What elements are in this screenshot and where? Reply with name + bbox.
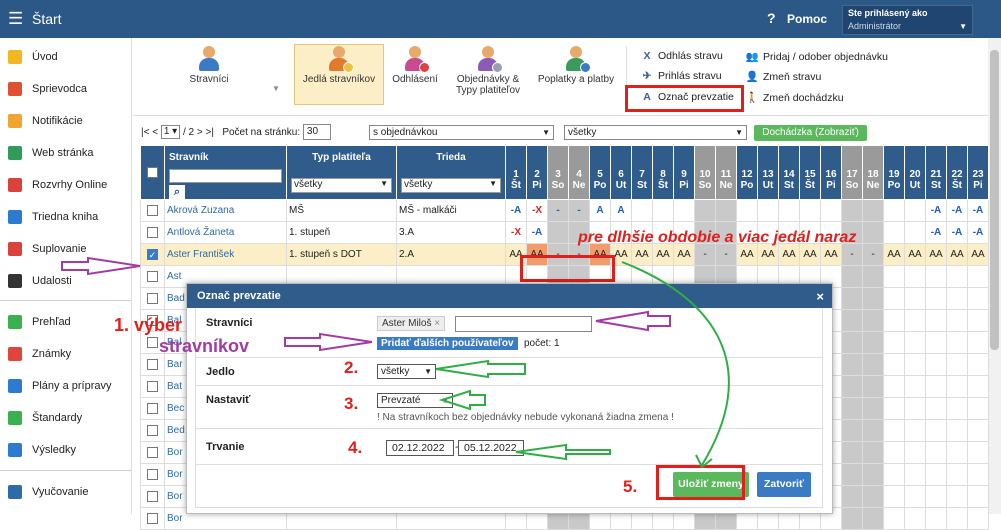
annotation-arrows: [61, 256, 730, 469]
purple-arrow-row: [61, 256, 141, 276]
green-curve-arrow: [621, 261, 730, 466]
purple-arrow-input: [595, 310, 671, 332]
green-arrow-date: [515, 443, 611, 461]
row-checkbox[interactable]: [147, 512, 158, 524]
purple-arrow-add-users: [284, 332, 373, 352]
green-arrow-nastavit: [438, 389, 486, 411]
green-arrow-jedlo: [435, 359, 526, 379]
